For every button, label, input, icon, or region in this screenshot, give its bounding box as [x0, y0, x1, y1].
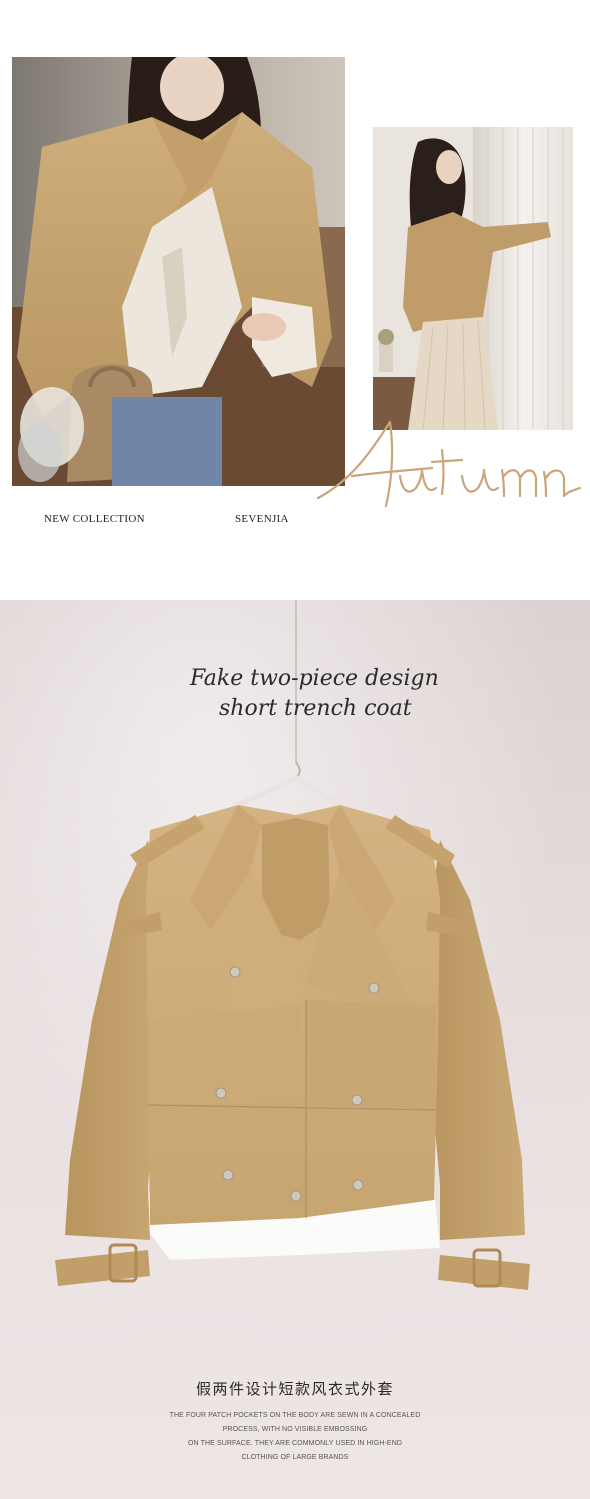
description-line: THE FOUR PATCH POCKETS ON THE BODY ARE S… — [169, 1412, 421, 1419]
headline-line-1: Fake two-piece design — [190, 666, 439, 691]
right-flap — [305, 1000, 436, 1110]
autumn-script-lettering — [316, 420, 582, 508]
headline-line-2: short trench coat — [219, 696, 412, 721]
model-photo-secondary — [373, 127, 573, 430]
description-line: CLOTHING OF LARGE BRANDS — [241, 1454, 349, 1461]
left-flap — [148, 1005, 305, 1105]
model-photo-main-illustration — [12, 57, 345, 486]
model-photo-secondary-illustration — [373, 127, 573, 430]
model-photo-main — [12, 57, 345, 486]
product-title-chinese: 假两件设计短款风衣式外套 — [195, 1380, 394, 1398]
description-line: ON THE SURFACE. THEY ARE COMMONLY USED I… — [188, 1440, 402, 1447]
brand-caption: SEVENJIA — [235, 513, 289, 525]
description-line: PROCESS, WITH NO VISIBLE EMBOSSING — [222, 1426, 368, 1433]
new-collection-caption: NEW COLLECTION — [44, 513, 145, 525]
autumn-script-strokes — [316, 420, 582, 508]
